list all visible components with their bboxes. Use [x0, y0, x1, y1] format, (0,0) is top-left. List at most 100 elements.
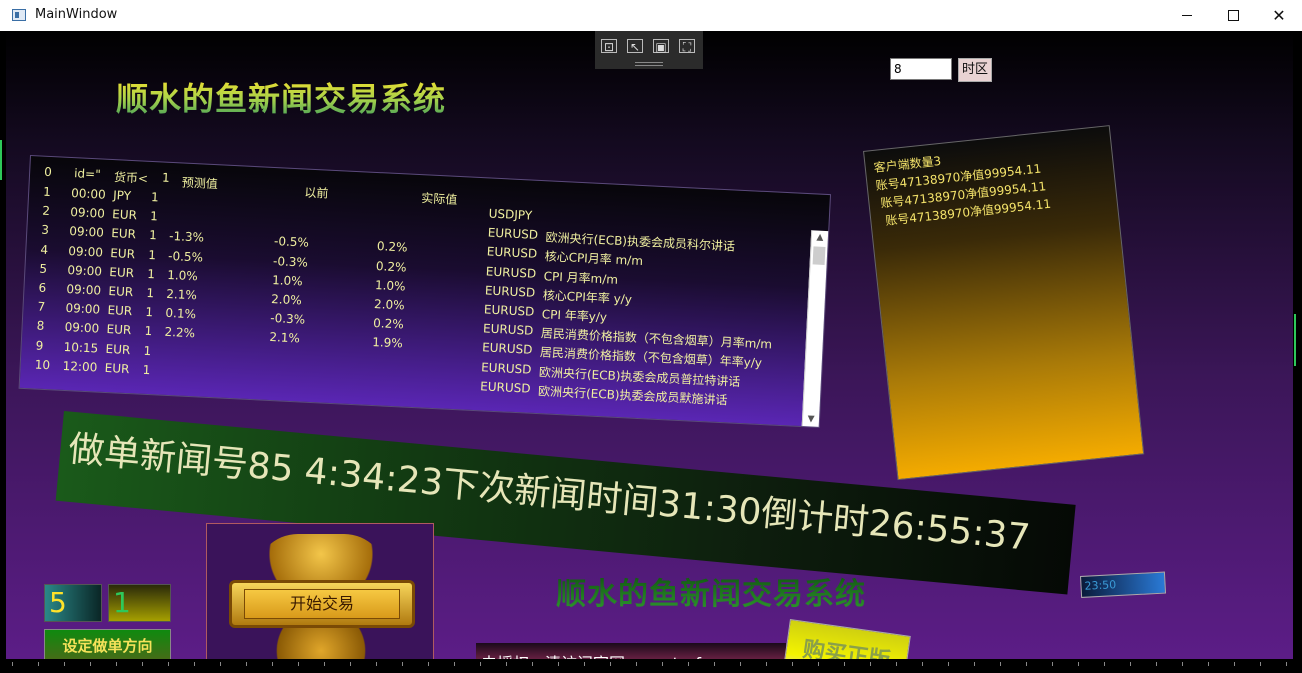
row-currency: EUR [105, 341, 131, 357]
ruler-tick [1052, 662, 1053, 666]
row-pair: EURUSD [487, 225, 539, 243]
select-tool-icon[interactable]: ⊡ [601, 39, 617, 54]
ruler-tick [870, 662, 871, 666]
buy-license-button[interactable]: 购买正版 [781, 619, 911, 659]
row-time: 09:00 [69, 205, 106, 221]
ruler-tick [1156, 662, 1157, 666]
ruler-tick [714, 662, 715, 666]
row-previous: -0.5% [273, 234, 310, 251]
news-table[interactable]: 0 id=" 货币< 1 预测值 以前 实际值 1 00:00 JPY 1 USDJPY… [18, 155, 832, 428]
scroll-up-icon[interactable]: ▲ [815, 232, 825, 243]
row-pair: EURUSD [482, 321, 534, 338]
ruler-tick [1078, 662, 1079, 666]
ruler-tick [454, 662, 455, 666]
row-flag: 1 [147, 266, 156, 282]
screenshot-icon[interactable]: ⛶ [679, 39, 695, 54]
row-time: 09:00 [67, 262, 103, 279]
ruler-tick [688, 662, 689, 666]
maximize-icon [1227, 10, 1239, 21]
ruler-tick [428, 662, 429, 666]
row-previous: -0.3% [272, 253, 309, 270]
logo-plaque: 开始交易 [229, 580, 415, 628]
close-icon: ✕ [1272, 6, 1286, 25]
table-header: id=" [73, 166, 102, 182]
row-event: 核心CPI年率 y/y [542, 288, 633, 307]
close-button[interactable]: ✕ [1256, 0, 1302, 31]
row-time: 12:00 [62, 358, 98, 375]
row-event: CPI 月率m/m [543, 268, 619, 287]
row-forecast: -0.5% [167, 248, 204, 265]
ruler-tick [948, 662, 949, 666]
ruler-tick [142, 662, 143, 666]
row-actual: 1.9% [371, 335, 404, 351]
row-event: 核心CPI月率 m/m [544, 249, 644, 269]
app-title: 顺水的鱼新闻交易系统 [116, 74, 446, 120]
vertical-scrollbar[interactable]: ▲ ▼ [801, 230, 829, 427]
ruler-tick [818, 662, 819, 666]
ruler-tick [38, 662, 39, 666]
row-index: 4 [40, 242, 49, 257]
timezone-button[interactable]: 时区 [958, 58, 992, 82]
row-pair: EURUSD [481, 340, 533, 358]
scroll-down-icon[interactable]: ▼ [806, 414, 816, 424]
timezone-input[interactable] [890, 58, 952, 80]
row-index: 3 [41, 223, 50, 238]
ruler-tick [1286, 662, 1287, 666]
row-actual: 1.0% [374, 277, 406, 294]
ruler-tick [532, 662, 533, 666]
ruler-tick [584, 662, 585, 666]
window-titlebar: MainWindow ✕ [0, 0, 1302, 32]
frame-icon[interactable]: ▣ [653, 39, 669, 54]
ruler-tick [1182, 662, 1183, 666]
window-title: MainWindow [35, 7, 118, 22]
client-accounts-panel: 客户端数量3 账号47138970净值99954.11 账号47138970净值… [863, 125, 1145, 481]
ruler-tick [376, 662, 377, 666]
row-pair: EURUSD [484, 283, 536, 300]
ruler-tick [116, 662, 117, 666]
toolbar-grip[interactable] [635, 62, 663, 66]
row-flag: 1 [149, 209, 159, 224]
minimize-button[interactable] [1164, 0, 1210, 31]
ruler-tick [402, 662, 403, 666]
table-header: 以前 [304, 185, 329, 201]
row-currency: EUR [109, 245, 136, 261]
chart-edge-marker [1294, 314, 1300, 366]
app-icon [12, 9, 26, 21]
scroll-thumb[interactable] [812, 246, 826, 265]
set-direction-button[interactable]: 设定做单方向 [44, 629, 171, 659]
maximize-button[interactable] [1210, 0, 1256, 31]
row-flag: 1 [142, 362, 151, 377]
row-forecast: -1.3% [168, 229, 205, 245]
ruler-tick [194, 662, 195, 666]
direction-value-a[interactable]: 5 [44, 584, 102, 622]
row-index: 7 [37, 299, 46, 315]
start-trading-logo[interactable]: 开始交易 [206, 523, 434, 659]
direction-value-b[interactable]: 1 [108, 584, 171, 622]
dragon-icon [255, 534, 387, 584]
ruler-tick [1104, 662, 1105, 666]
ruler-tick [792, 662, 793, 666]
ruler-tick [896, 662, 897, 666]
pointer-icon[interactable]: ↖ [627, 39, 643, 54]
license-text: 未授权，清访问官网ea.waterforex.com [481, 650, 775, 659]
row-flag: 1 [144, 324, 153, 339]
row-index: 5 [39, 261, 48, 276]
row-time: 10:15 [63, 339, 99, 356]
row-flag: 1 [143, 343, 152, 358]
row-flag: 1 [146, 285, 155, 301]
row-pair: EURUSD [480, 359, 532, 377]
row-pair: USDJPY [488, 206, 533, 223]
ruler-tick [922, 662, 923, 666]
row-time: 09:00 [65, 301, 101, 317]
minimize-icon [1182, 15, 1192, 16]
row-previous: 2.1% [269, 330, 301, 346]
ruler-tick [168, 662, 169, 666]
ruler-tick [298, 662, 299, 666]
row-flag: 1 [150, 189, 160, 205]
license-bar: 未授权，清访问官网ea.waterforex.com [476, 643, 786, 659]
row-actual: 2.0% [373, 296, 405, 313]
row-forecast: 0.1% [165, 306, 197, 322]
row-currency: EUR [104, 360, 130, 376]
debug-toolbar: ⊡ ↖ ▣ ⛶ [595, 31, 703, 69]
row-index: 2 [41, 203, 51, 219]
